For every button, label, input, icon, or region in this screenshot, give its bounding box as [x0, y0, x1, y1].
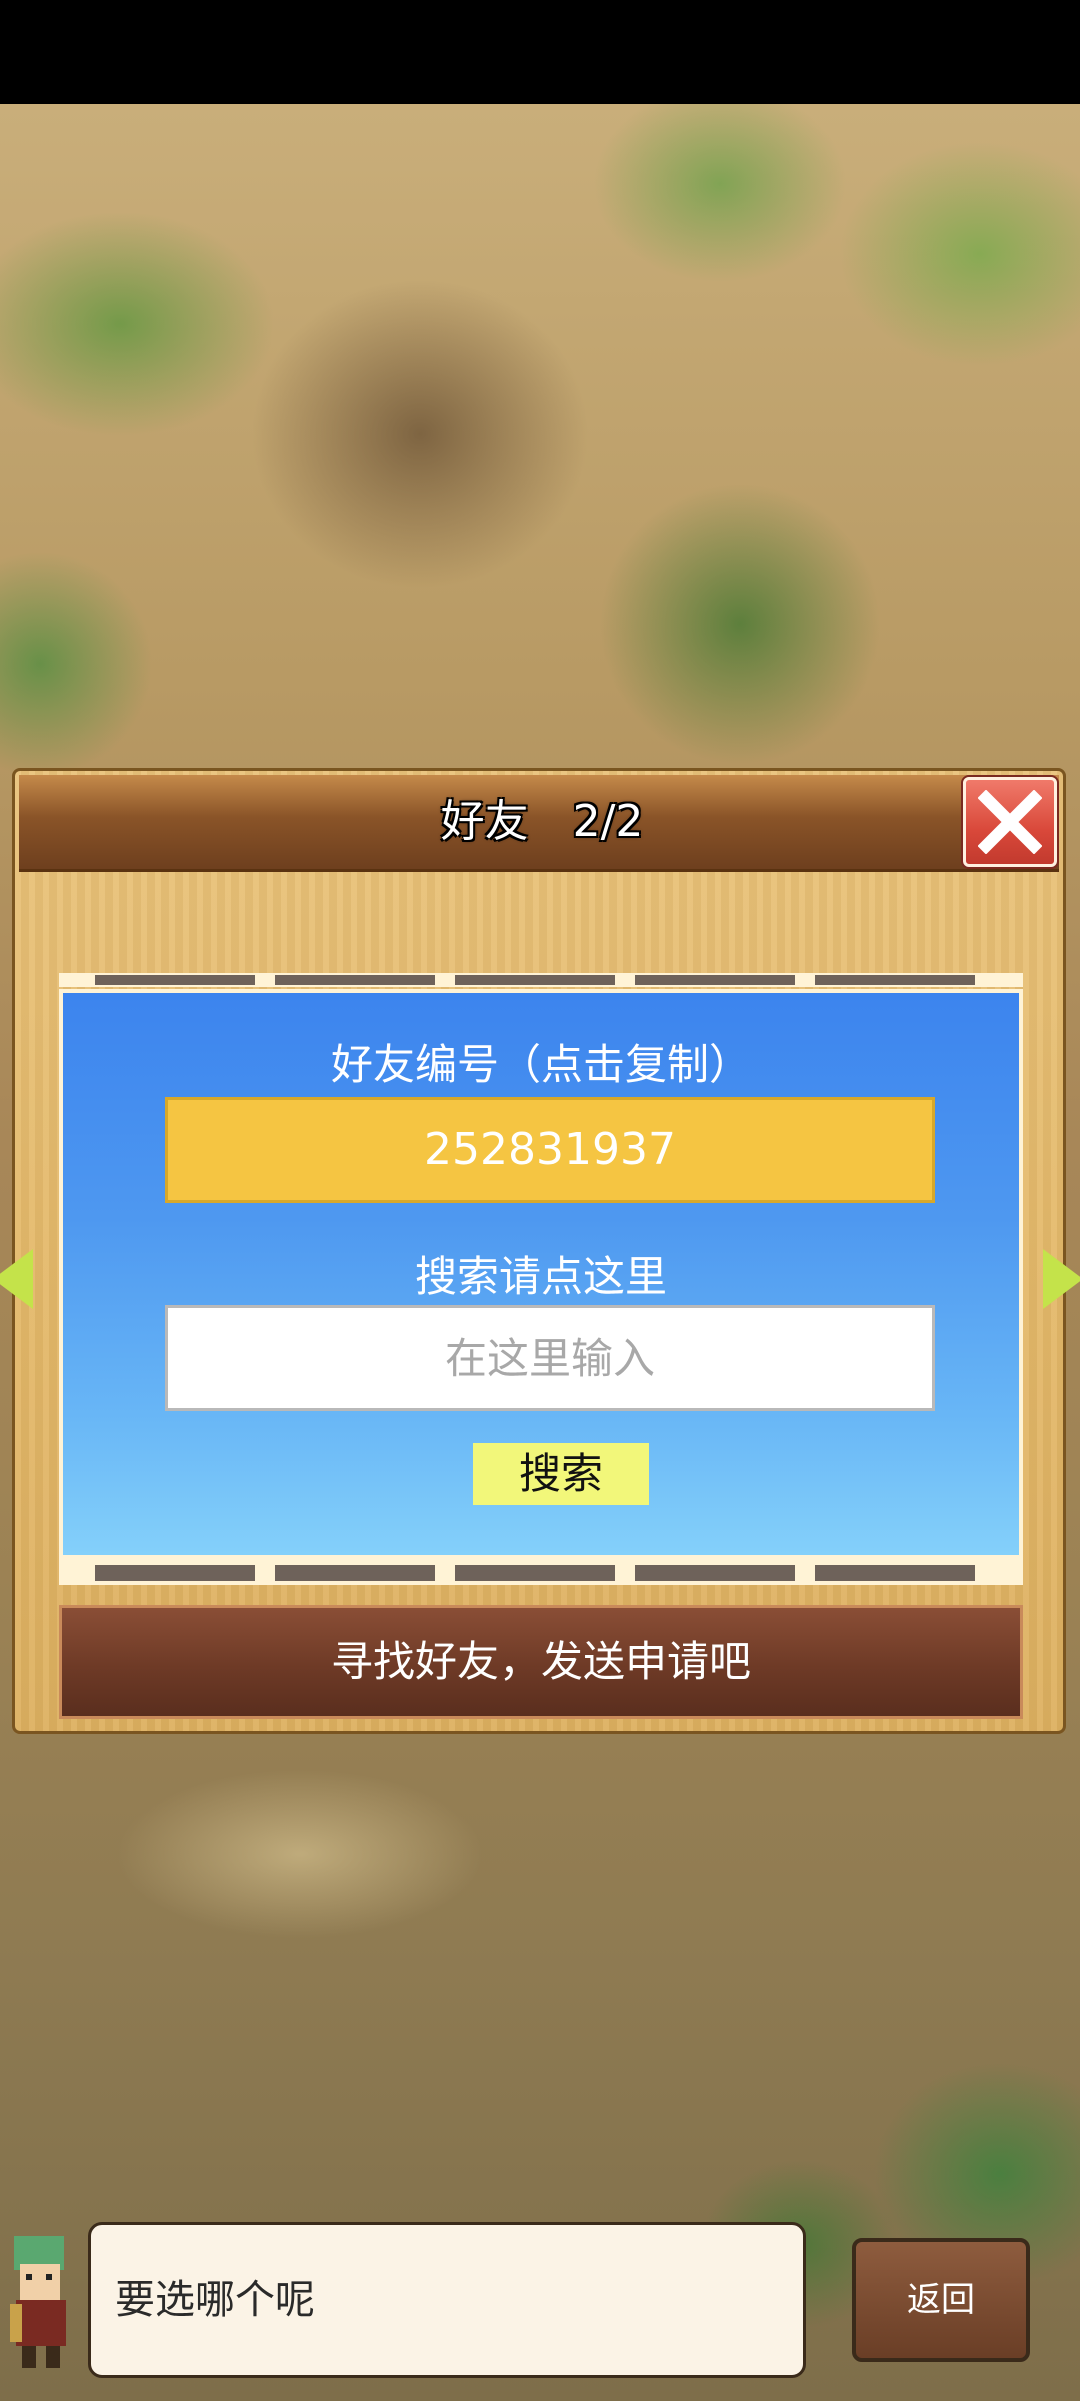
status-bar — [0, 0, 1080, 104]
dialog-title: 好友 2/2 — [15, 775, 1069, 869]
friend-search-box: 好友编号（点击复制） 252831937 搜索请点这里 搜索 — [59, 989, 1023, 1559]
friend-count: 2/2 — [572, 796, 644, 847]
dialog-title-label: 好友 — [440, 796, 529, 847]
tab-slot — [455, 1565, 615, 1581]
tab-slot — [635, 975, 795, 985]
tab-slot — [455, 975, 615, 985]
friend-code-copy-button[interactable]: 252831937 — [165, 1097, 935, 1203]
tab-slot — [95, 975, 255, 985]
speech-box: 要选哪个呢 — [88, 2222, 806, 2378]
find-friends-banner[interactable]: 寻找好友，发送申请吧 — [59, 1605, 1023, 1719]
character-sprite — [10, 2236, 66, 2368]
tab-slot — [815, 1565, 975, 1581]
tab-slot — [275, 975, 435, 985]
right-arrow-icon[interactable] — [1043, 1249, 1080, 1309]
search-button[interactable]: 搜索 — [473, 1443, 649, 1505]
tab-strip-bottom — [59, 1559, 1023, 1585]
avatar — [0, 2212, 84, 2382]
friends-dialog: 好友 2/2 好友编号（点击复制） 252831937 搜索请点这里 搜索 寻找… — [0, 768, 1080, 1734]
tab-strip-top — [59, 973, 1023, 987]
tab-slot — [95, 1565, 255, 1581]
friend-code-label: 好友编号（点击复制） — [330, 1040, 751, 1089]
back-button[interactable]: 返回 — [852, 2238, 1030, 2362]
close-icon — [978, 790, 1042, 854]
search-input[interactable] — [165, 1305, 935, 1411]
left-arrow-icon[interactable] — [0, 1249, 33, 1309]
close-button[interactable] — [963, 777, 1057, 867]
search-hint: 搜索请点这里 — [414, 1252, 667, 1301]
tab-slot — [815, 975, 975, 985]
tab-slot — [635, 1565, 795, 1581]
tab-slot — [275, 1565, 435, 1581]
